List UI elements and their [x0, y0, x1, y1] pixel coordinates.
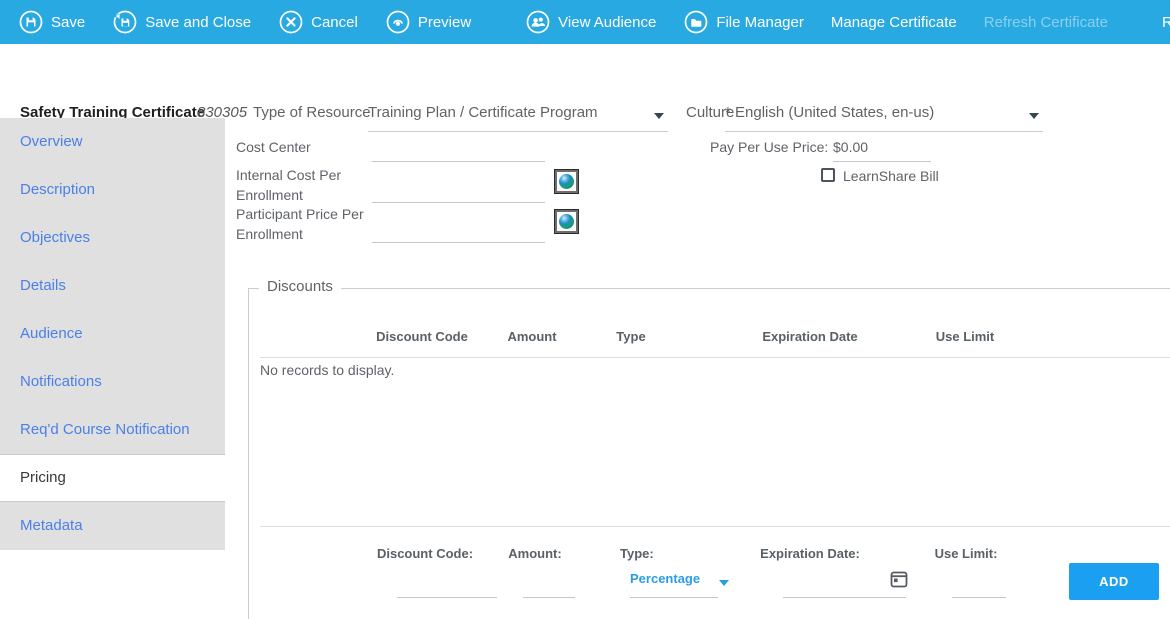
- column-header-discount-code: Discount Code: [376, 329, 468, 344]
- amount-form-label: Amount:: [508, 546, 562, 561]
- preview-label: Preview: [417, 13, 472, 31]
- currency-lookup-button[interactable]: [554, 209, 579, 234]
- page-header: Safety Training Certificate 830305 Type …: [0, 44, 1170, 132]
- globe-icon: [559, 174, 574, 189]
- preview-icon: [385, 9, 411, 35]
- discount-code-form-label: Discount Code:: [376, 546, 474, 561]
- calendar-icon[interactable]: [890, 570, 908, 588]
- cancel-label: Cancel: [311, 13, 358, 31]
- sidebar-item-reqd-course-notification[interactable]: Req'd Course Notification: [0, 406, 225, 454]
- add-button[interactable]: ADD: [1069, 563, 1159, 600]
- file-manager-button[interactable]: File Manager: [683, 9, 804, 35]
- learnshare-bill-label: LearnShare Bill: [843, 168, 939, 184]
- audience-icon: [525, 9, 551, 35]
- save-icon: [18, 9, 44, 35]
- manage-certificate-button[interactable]: Manage Certificate: [831, 14, 957, 31]
- amount-input[interactable]: [523, 574, 575, 598]
- toolbar: Save Save and Close Cancel Preview View …: [0, 0, 1170, 44]
- sidebar-item-description[interactable]: Description: [0, 166, 225, 214]
- expiration-date-input[interactable]: [783, 574, 906, 598]
- grid-divider: [260, 357, 1170, 358]
- column-header-expiration-date: Expiration Date: [762, 329, 858, 344]
- column-header-type: Type: [616, 329, 646, 344]
- app-window: Save Save and Close Cancel Preview View …: [0, 0, 1170, 619]
- sidebar-item-objectives[interactable]: Objectives: [0, 214, 225, 262]
- sidebar-item-overview[interactable]: Overview: [0, 118, 225, 166]
- refresh-certificate-button: Refresh Certificate: [984, 14, 1108, 31]
- use-limit-input[interactable]: [952, 574, 1006, 598]
- save-and-close-icon: [112, 9, 138, 35]
- chevron-down-icon[interactable]: [719, 580, 729, 586]
- grid-divider: [260, 526, 1170, 527]
- cost-center-input[interactable]: [372, 138, 545, 162]
- pay-per-use-input[interactable]: [833, 138, 931, 162]
- learnshare-bill-checkbox[interactable]: [821, 168, 835, 182]
- expiration-date-form-label: Expiration Date:: [760, 546, 860, 561]
- discounts-legend: Discounts: [259, 278, 341, 295]
- save-and-close-button[interactable]: Save and Close: [112, 9, 251, 35]
- participant-price-input[interactable]: [372, 219, 545, 243]
- type-form-label: Type:: [620, 546, 654, 561]
- revision-control-label: Revision Control: [1161, 13, 1170, 31]
- type-select[interactable]: [630, 574, 718, 598]
- sidebar: Overview Description Objectives Details …: [0, 118, 225, 550]
- view-audience-label: View Audience: [558, 13, 657, 31]
- internal-cost-label: Internal Cost Per Enrollment: [236, 167, 342, 203]
- save-and-close-label: Save and Close: [145, 13, 252, 31]
- column-header-use-limit: Use Limit: [935, 329, 995, 344]
- manage-certificate-label: Manage Certificate: [830, 13, 957, 31]
- sidebar-item-notifications[interactable]: Notifications: [0, 358, 225, 406]
- sidebar-item-details[interactable]: Details: [0, 262, 225, 310]
- sidebar-item-audience[interactable]: Audience: [0, 310, 225, 358]
- file-manager-label: File Manager: [716, 13, 804, 31]
- participant-price-label: Participant Price Per Enrollment: [236, 206, 364, 242]
- sidebar-item-metadata[interactable]: Metadata: [0, 502, 225, 550]
- chevron-down-icon: [654, 113, 664, 119]
- save-label: Save: [51, 13, 86, 31]
- pay-per-use-label: Pay Per Use Price:: [710, 139, 829, 155]
- discount-code-input[interactable]: [397, 574, 497, 598]
- type-of-resource-value: Training Plan / Certificate Program: [368, 104, 598, 121]
- chevron-down-icon: [1029, 113, 1039, 119]
- culture-value: * English (United States, en-us): [725, 104, 935, 121]
- revision-control-button[interactable]: Revision Control: [1162, 14, 1170, 31]
- preview-button[interactable]: Preview: [385, 9, 471, 35]
- type-of-resource-label: Type of Resource: [253, 104, 371, 121]
- save-button[interactable]: Save: [18, 9, 85, 35]
- view-audience-button[interactable]: View Audience: [525, 9, 656, 35]
- no-records-text: No records to display.: [260, 362, 395, 378]
- cancel-button[interactable]: Cancel: [278, 9, 358, 35]
- type-of-resource-dropdown[interactable]: Training Plan / Certificate Program: [368, 100, 668, 132]
- culture-dropdown[interactable]: * English (United States, en-us): [725, 100, 1043, 132]
- globe-icon: [559, 214, 574, 229]
- cancel-icon: [278, 9, 304, 35]
- use-limit-form-label: Use Limit:: [934, 546, 998, 561]
- refresh-certificate-label: Refresh Certificate: [983, 13, 1108, 31]
- sidebar-item-pricing[interactable]: Pricing: [0, 454, 225, 502]
- currency-lookup-button[interactable]: [554, 169, 579, 194]
- folder-icon: [683, 9, 709, 35]
- internal-cost-input[interactable]: [372, 179, 545, 203]
- cost-center-label: Cost Center: [236, 139, 311, 155]
